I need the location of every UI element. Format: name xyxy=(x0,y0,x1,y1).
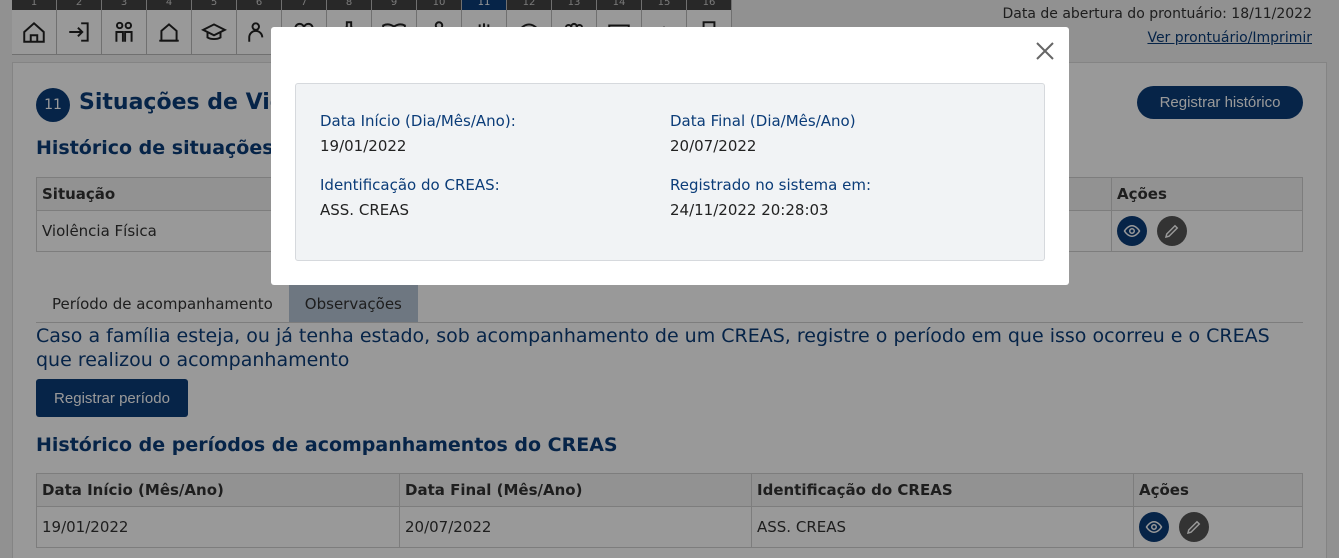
end-date-field: Data Final (Dia/Mês/Ano) 20/07/2022 xyxy=(670,112,856,155)
registered-field: Registrado no sistema em: 24/11/2022 20:… xyxy=(670,176,871,219)
end-date-value: 20/07/2022 xyxy=(670,137,757,155)
period-details-modal: Data Início (Dia/Mês/Ano): 19/01/2022 Da… xyxy=(271,27,1069,285)
registered-label: Registrado no sistema em: xyxy=(670,176,872,194)
creas-label: Identificação do CREAS: xyxy=(320,176,500,194)
end-date-label: Data Final (Dia/Mês/Ano) xyxy=(670,112,856,130)
close-button[interactable] xyxy=(1033,39,1057,63)
details-panel: Data Início (Dia/Mês/Ano): 19/01/2022 Da… xyxy=(295,83,1045,261)
creas-value: ASS. CREAS xyxy=(320,201,409,219)
creas-field: Identificação do CREAS: ASS. CREAS xyxy=(320,176,500,219)
start-date-label: Data Início (Dia/Mês/Ano): xyxy=(320,112,516,130)
start-date-value: 19/01/2022 xyxy=(320,137,407,155)
start-date-field: Data Início (Dia/Mês/Ano): 19/01/2022 xyxy=(320,112,516,155)
close-icon xyxy=(1036,42,1054,60)
registered-value: 24/11/2022 20:28:03 xyxy=(670,201,829,219)
